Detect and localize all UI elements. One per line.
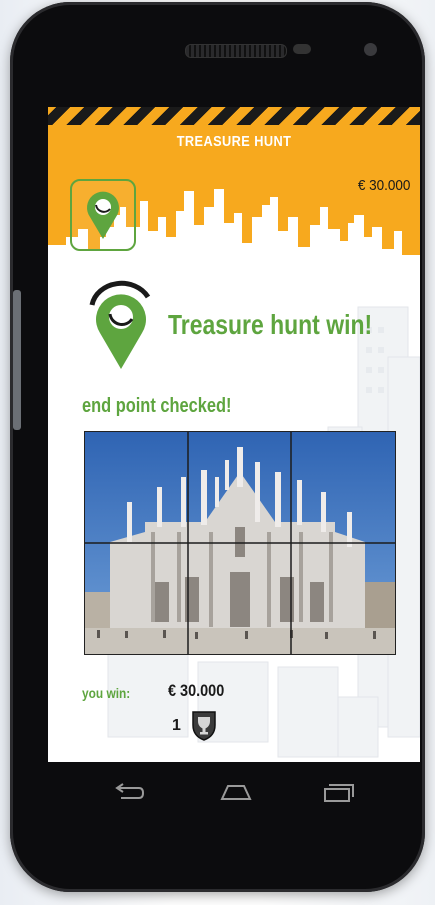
win-title: Treasure hunt win! — [168, 309, 373, 340]
sensor — [293, 44, 311, 54]
front-camera — [364, 43, 377, 56]
trophy-count: 1 — [172, 717, 181, 734]
back-button[interactable] — [98, 774, 158, 810]
app-screen: TREASURE HUNT € 30.000 Treasure hunt win… — [48, 107, 420, 762]
hazard-stripes — [48, 107, 420, 125]
app-title: TREASURE HUNT — [176, 133, 292, 150]
back-icon — [115, 783, 145, 799]
map-pin-icon — [87, 191, 119, 239]
map-pin-icon — [89, 280, 151, 369]
recents-button[interactable] — [308, 774, 368, 810]
side-button — [13, 290, 21, 430]
trophy-icon — [192, 711, 216, 741]
recents-icon — [324, 784, 354, 802]
navigation-bar — [48, 764, 420, 822]
phone-frame: TREASURE HUNT € 30.000 Treasure hunt win… — [10, 2, 425, 892]
speaker-grille — [185, 44, 287, 58]
cathedral-photo — [84, 431, 396, 655]
win-label: you win: — [82, 685, 131, 701]
win-amount: € 30.000 — [168, 681, 225, 700]
map-pin-button[interactable] — [70, 179, 136, 251]
home-icon — [220, 785, 252, 800]
home-button[interactable] — [206, 774, 266, 810]
status-message: end point checked! — [82, 395, 232, 417]
